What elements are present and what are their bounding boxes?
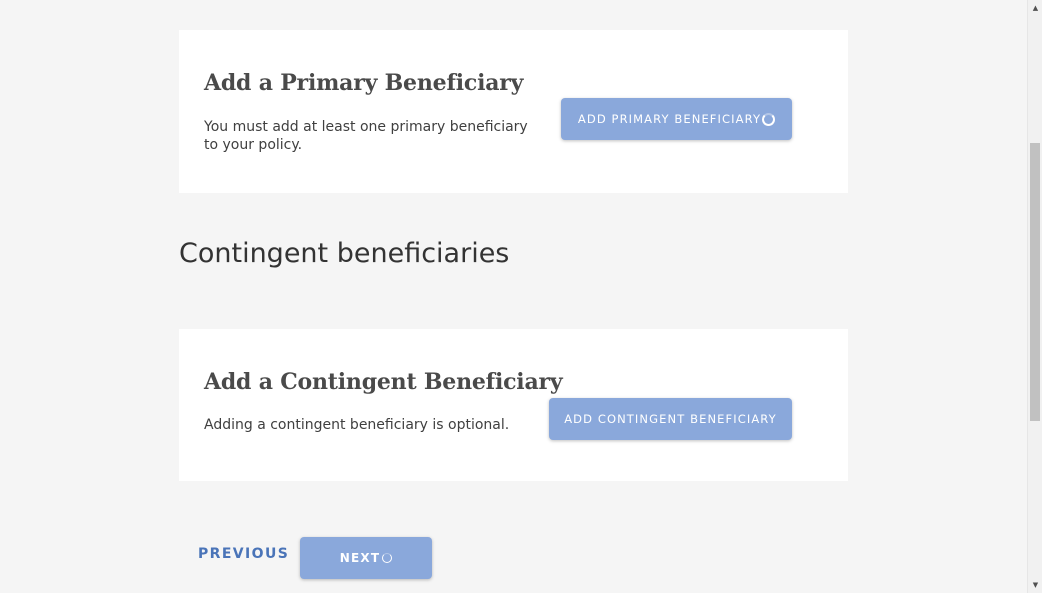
next-button[interactable]: NEXT (300, 537, 432, 579)
primary-beneficiary-card: Add a Primary Beneficiary You must add a… (179, 30, 848, 193)
previous-button[interactable]: PREVIOUS (198, 546, 289, 562)
contingent-section-heading: Contingent beneficiaries (179, 238, 510, 269)
primary-card-title: Add a Primary Beneficiary (204, 70, 524, 96)
scroll-down-arrow-icon[interactable]: ▼ (1028, 578, 1042, 592)
loading-spinner-icon (382, 553, 393, 563)
contingent-card-title: Add a Contingent Beneficiary (204, 369, 563, 395)
primary-card-description: You must add at least one primary benefi… (204, 119, 528, 153)
scrollbar-thumb[interactable] (1030, 143, 1040, 421)
page-content: Add a Primary Beneficiary You must add a… (0, 0, 1027, 593)
add-contingent-beneficiary-button[interactable]: ADD CONTINGENT BENEFICIARY (549, 398, 792, 440)
vertical-scrollbar[interactable]: ▲ ▼ (1027, 0, 1042, 593)
contingent-card-description: Adding a contingent beneficiary is optio… (204, 417, 510, 433)
add-primary-beneficiary-label: ADD PRIMARY BENEFICIARY (577, 112, 762, 126)
add-contingent-beneficiary-label: ADD CONTINGENT BENEFICIARY (564, 412, 777, 426)
contingent-beneficiary-card: Add a Contingent Beneficiary Adding a co… (179, 329, 848, 481)
add-primary-beneficiary-button[interactable]: ADD PRIMARY BENEFICIARY (561, 98, 792, 140)
scroll-up-arrow-icon[interactable]: ▲ (1028, 1, 1042, 15)
loading-spinner-icon (762, 112, 776, 126)
next-button-label: NEXT (339, 551, 381, 565)
